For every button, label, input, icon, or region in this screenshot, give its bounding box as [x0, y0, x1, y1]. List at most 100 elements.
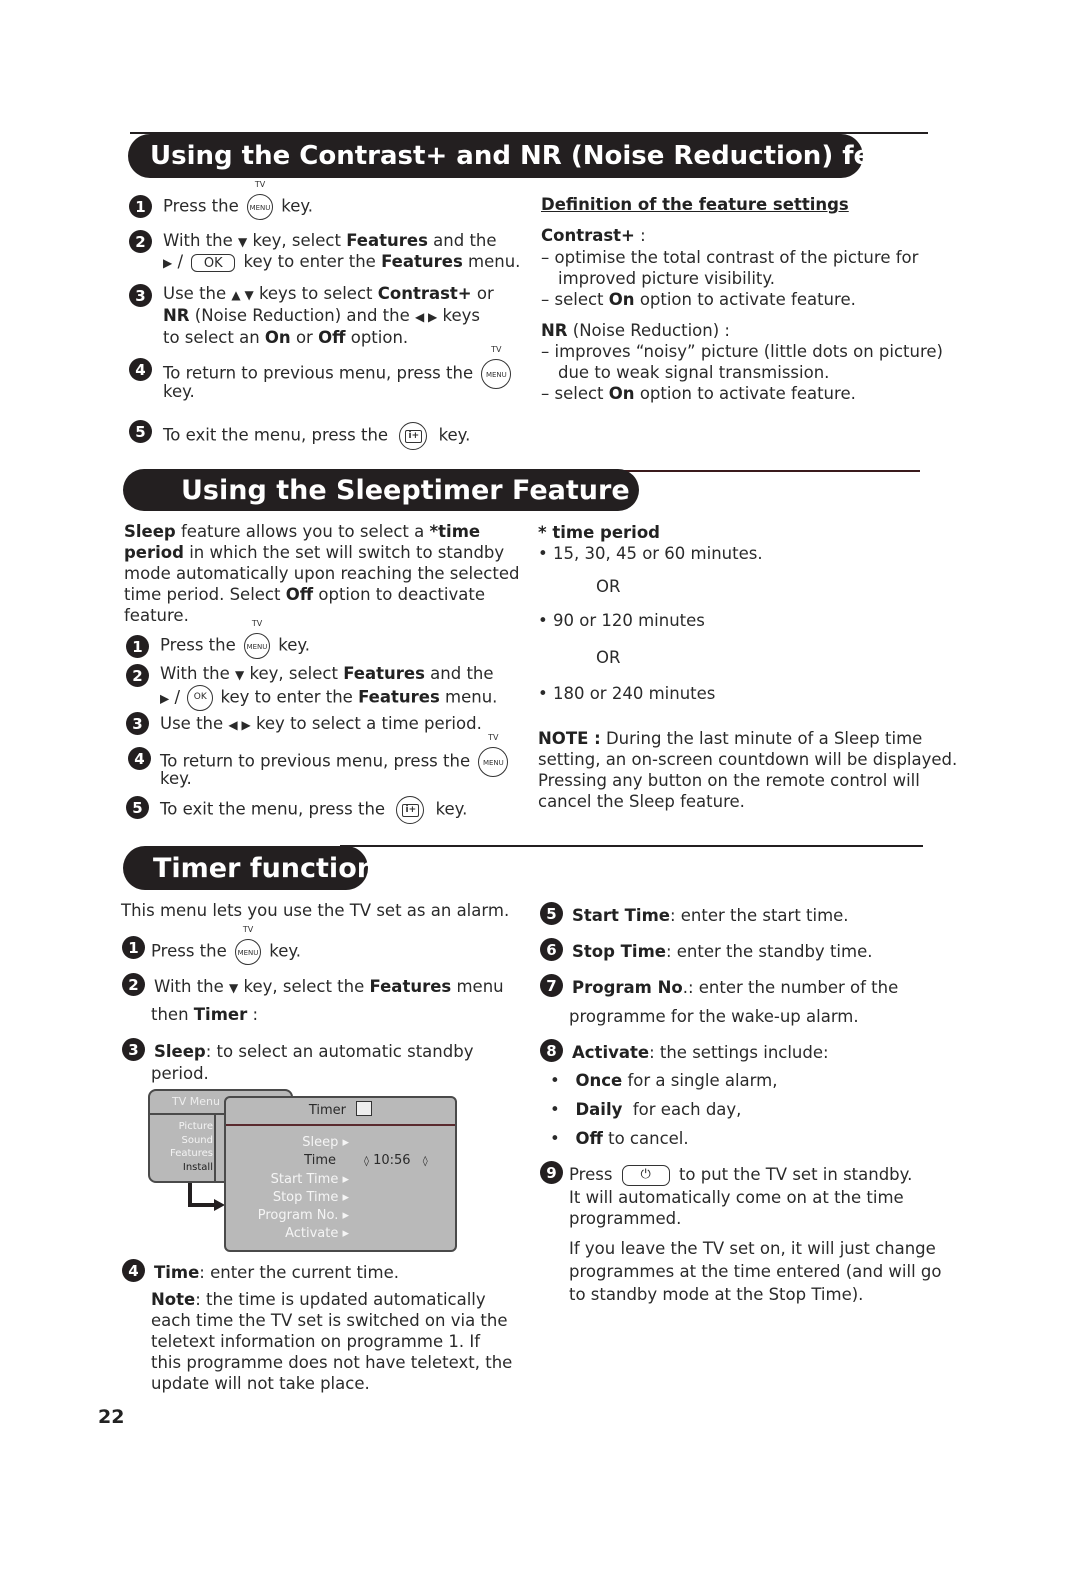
ok-key-icon: OK — [187, 685, 214, 711]
step-text: programme for the wake-up alarm. — [569, 1007, 859, 1026]
step-text: To exit the menu, press the i+ key. — [160, 796, 467, 824]
step-badge-8: 8 — [540, 1039, 563, 1062]
menu-key-icon: TV MENU — [247, 180, 273, 220]
step-text: programmed. — [569, 1209, 682, 1228]
step-text: To return to previous menu, press the TV… — [160, 733, 511, 777]
note-text: cancel the Sleep feature. — [538, 792, 745, 811]
step-text: To exit the menu, press the i+ key. — [163, 422, 470, 450]
step-text: Use the ▲ ▼ keys to select Contrast+ or — [163, 284, 494, 303]
step-badge-3: 3 — [122, 1038, 145, 1061]
section-title-sleeptimer: Using the Sleeptimer Feature — [123, 469, 639, 511]
left-adjust-icon: ◊ — [364, 1156, 369, 1167]
menu-key-icon: TV MENU — [481, 345, 512, 389]
step-badge-4: 4 — [129, 358, 152, 381]
step-text: to select an On or Off option. — [163, 328, 409, 347]
time-option: • 180 or 240 minutes — [538, 684, 716, 703]
step-text: With the ▼ key, select the Features menu — [154, 977, 504, 996]
section-rule — [600, 470, 920, 472]
step-text: Press the TV MENU key. — [151, 925, 301, 965]
or-separator: OR — [596, 648, 621, 667]
timer-menu-title: Timer — [226, 1098, 455, 1126]
step-badge-5: 5 — [540, 902, 563, 925]
activate-option: • Once for a single alarm, — [550, 1071, 778, 1090]
step-badge-2: 2 — [129, 230, 152, 253]
definition-heading: Definition of the feature settings — [541, 195, 849, 214]
step-text: ▶ / OK key to enter the Features menu. — [160, 685, 497, 711]
nr-label: NR (Noise Reduction) : — [541, 321, 730, 340]
info-key-icon: i+ — [399, 422, 428, 450]
step-text: key. — [163, 382, 195, 401]
time-note: each time the TV set is switched on via … — [151, 1311, 508, 1330]
menu-key-icon: TV MENU — [478, 733, 509, 777]
menu-key-icon: TV MENU — [235, 925, 261, 965]
timer-menu-panel: Timer Sleep ▸ Time Start Time ▸ Stop Tim… — [224, 1096, 457, 1252]
step-badge-9: 9 — [540, 1161, 563, 1184]
step-badge-1: 1 — [129, 195, 152, 218]
step-badge-1: 1 — [126, 635, 149, 658]
time-value: ◊ 10:56 ◊ — [364, 1153, 428, 1168]
text: key. — [281, 196, 314, 216]
timer-item-sleep: Sleep ▸ — [302, 1135, 349, 1150]
down-arrow-icon: ▼ — [238, 235, 248, 249]
definition-line: – improves “noisy” picture (little dots … — [541, 342, 943, 361]
step-text: key. — [160, 769, 192, 788]
connector-line — [188, 1203, 216, 1207]
time-note: update will not take place. — [151, 1374, 370, 1393]
step-text: then Timer : — [151, 1005, 259, 1024]
definition-line: – select On option to activate feature. — [541, 290, 856, 309]
step-text: Sleep: to select an automatic standby — [154, 1042, 474, 1061]
time-note: this programme does not have teletext, t… — [151, 1353, 513, 1372]
up-down-arrows-icon: ▲ ▼ — [231, 288, 254, 302]
time-option: • 90 or 120 minutes — [538, 611, 705, 630]
step-badge-7: 7 — [540, 974, 563, 997]
step-text: Time: enter the current time. — [154, 1263, 399, 1282]
timer-item-start-time: Start Time ▸ — [270, 1171, 349, 1187]
tv-menu-item-features: Features — [170, 1148, 213, 1159]
step-badge-4: 4 — [122, 1259, 145, 1282]
step-badge-5: 5 — [129, 420, 152, 443]
note-text: NOTE : During the last minute of a Sleep… — [538, 729, 923, 748]
step-text: Use the ◀ ▶ key to select a time period. — [160, 714, 482, 733]
timer-item-stop-time: Stop Time ▸ — [272, 1189, 349, 1205]
definition-line: – select On option to activate feature. — [541, 384, 856, 403]
step-badge-4: 4 — [128, 747, 151, 770]
left-right-arrows-icon: ◀ ▶ — [228, 718, 251, 732]
step-text: With the ▼ key, select Features and the — [160, 664, 494, 683]
page-number: 22 — [98, 1406, 125, 1428]
menu-key-icon: TV MENU — [244, 619, 270, 659]
step-text: Activate: the settings include: — [572, 1043, 829, 1062]
right-arrow-icon: ▶ — [163, 256, 173, 270]
step-badge-5: 5 — [126, 796, 149, 819]
step-badge-2: 2 — [122, 973, 145, 996]
timer-item-time: Time — [304, 1153, 336, 1169]
step-text: NR (Noise Reduction) and the ◀ ▶ keys — [163, 306, 481, 325]
contrast-label: Contrast+ : — [541, 226, 646, 245]
left-right-arrows-icon: ◀ ▶ — [415, 310, 438, 324]
step-badge-1: 1 — [122, 936, 145, 959]
text: Press the — [163, 196, 239, 216]
section-title-timer: Timer function — [123, 846, 376, 890]
definition-line: due to weak signal transmission. — [558, 363, 830, 382]
time-note: teletext information on programme 1. If — [151, 1332, 481, 1351]
step-text: Program No.: enter the number of the — [572, 978, 899, 997]
step-text: period. — [151, 1064, 209, 1083]
intro-text: This menu lets you use the TV set as an … — [121, 901, 510, 920]
intro-text: Sleep feature allows you to select a *ti… — [124, 522, 481, 541]
step-text: To return to previous menu, press the TV… — [163, 345, 514, 389]
divider — [214, 1115, 216, 1181]
intro-text: mode automatically upon reaching the sel… — [124, 564, 520, 583]
time-note: Note: the time is updated automatically — [151, 1290, 486, 1309]
time-period-heading: * time period — [538, 523, 660, 542]
right-arrow-icon: ▶ — [160, 691, 170, 706]
step-text: If you leave the TV set on, it will just… — [569, 1239, 936, 1258]
note-text: Pressing any button on the remote contro… — [538, 771, 920, 790]
section-title-contrast-nr: Using the Contrast+ and NR (Noise Reduct… — [128, 134, 966, 178]
timer-item-program-no: Program No. ▸ — [257, 1208, 349, 1224]
timer-item-activate: Activate ▸ — [285, 1226, 349, 1242]
timer-icon — [356, 1101, 373, 1116]
intro-text: feature. — [124, 606, 189, 625]
definition-line: – optimise the total contrast of the pic… — [541, 248, 919, 267]
step-text: Press the TV MENU key. — [160, 619, 310, 659]
step-text: to standby mode at the Stop Time). — [569, 1285, 864, 1304]
section-rule — [340, 845, 923, 847]
